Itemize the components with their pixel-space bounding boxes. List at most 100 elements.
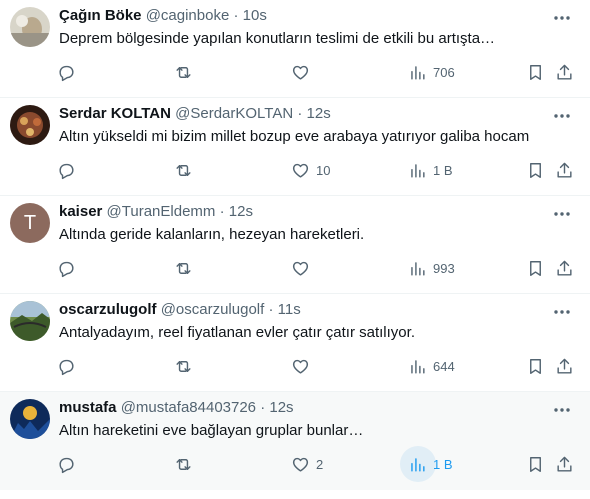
views-count: 644: [433, 358, 455, 374]
retweet-button[interactable]: [174, 158, 193, 182]
author-handle[interactable]: @caginboke: [146, 7, 230, 24]
more-icon[interactable]: [552, 400, 572, 420]
like-button[interactable]: [291, 354, 310, 378]
retweet-button[interactable]: [174, 256, 193, 280]
bookmark-button[interactable]: [526, 256, 545, 280]
tweet-actions: 706: [0, 60, 590, 84]
timeline-feed: Çağın Böke @caginboke · 10s Deprem bölge…: [0, 0, 590, 490]
tweet-text: Altın yükseldi mi bizim millet bozup eve…: [59, 128, 530, 145]
bookmark-icon: [530, 162, 541, 178]
like-icon: [292, 359, 309, 374]
tweet-actions: 2 1 B: [0, 446, 590, 482]
views-count: 1 B: [433, 456, 453, 472]
reply-button[interactable]: [57, 158, 76, 182]
tweet-header: oscarzulugolf @oscarzulugolf · 11s: [59, 300, 301, 320]
views-count: 993: [433, 260, 455, 276]
like-button[interactable]: [291, 60, 310, 84]
separator: ·: [268, 301, 274, 318]
tweet-text: Altın hareketini eve bağlayan gruplar bu…: [59, 422, 364, 439]
reply-button[interactable]: [57, 256, 76, 280]
retweet-icon: [176, 360, 191, 372]
author-name[interactable]: kaiser: [59, 203, 102, 220]
separator: ·: [233, 7, 239, 24]
like-button[interactable]: 2: [291, 452, 323, 476]
tweet-text: Antalyadayım, reel fiyatlanan evler çatı…: [59, 324, 415, 341]
author-name[interactable]: mustafa: [59, 399, 117, 416]
avatar[interactable]: [10, 301, 50, 341]
reply-button[interactable]: [57, 60, 76, 84]
author-name[interactable]: Çağın Böke: [59, 7, 142, 24]
retweet-icon: [176, 262, 191, 274]
views-button[interactable]: 1 B: [408, 158, 453, 182]
bookmark-icon: [530, 260, 541, 276]
share-button[interactable]: [555, 158, 574, 182]
author-handle[interactable]: @TuranEldemm: [107, 203, 216, 220]
tweet-actions: 644: [0, 354, 590, 378]
timestamp[interactable]: 11s: [278, 301, 301, 318]
timestamp[interactable]: 12s: [269, 399, 293, 416]
tweet-actions: 10 1 B: [0, 158, 590, 182]
author-handle[interactable]: @mustafa84403726: [121, 399, 256, 416]
author-name[interactable]: Serdar KOLTAN: [59, 105, 171, 122]
bookmark-button[interactable]: [526, 158, 545, 182]
timestamp[interactable]: 12s: [229, 203, 253, 220]
like-button[interactable]: [291, 256, 310, 280]
reply-button[interactable]: [57, 452, 76, 476]
more-icon[interactable]: [552, 106, 572, 126]
share-button[interactable]: [555, 452, 574, 476]
share-button[interactable]: [555, 354, 574, 378]
share-icon: [557, 358, 572, 374]
retweet-button[interactable]: [174, 60, 193, 84]
more-icon[interactable]: [552, 8, 572, 28]
tweet-header: Çağın Böke @caginboke · 10s: [59, 6, 267, 26]
avatar[interactable]: [10, 7, 50, 47]
tweet[interactable]: Çağın Böke @caginboke · 10s Deprem bölge…: [0, 0, 590, 98]
avatar[interactable]: [10, 399, 50, 439]
author-handle[interactable]: @SerdarKOLTAN: [175, 105, 293, 122]
views-count: 706: [433, 64, 455, 80]
views-button[interactable]: 1 B: [400, 446, 453, 482]
avatar[interactable]: T: [10, 203, 50, 243]
author-handle[interactable]: @oscarzulugolf: [161, 301, 265, 318]
bookmark-button[interactable]: [526, 354, 545, 378]
retweet-icon: [176, 458, 191, 470]
share-button[interactable]: [555, 256, 574, 280]
bookmark-button[interactable]: [526, 60, 545, 84]
like-button[interactable]: 10: [291, 158, 330, 182]
share-button[interactable]: [555, 60, 574, 84]
like-icon: [292, 163, 309, 178]
author-name[interactable]: oscarzulugolf: [59, 301, 157, 318]
bookmark-icon: [530, 64, 541, 80]
retweet-button[interactable]: [174, 452, 193, 476]
share-icon: [557, 64, 572, 80]
tweet[interactable]: T kaiser @TuranEldemm · 12s Altında geri…: [0, 196, 590, 294]
retweet-button[interactable]: [174, 354, 193, 378]
separator: ·: [260, 399, 266, 416]
more-icon[interactable]: [552, 204, 572, 224]
timestamp[interactable]: 10s: [243, 7, 267, 24]
views-button[interactable]: 993: [408, 256, 455, 280]
timestamp[interactable]: 12s: [307, 105, 331, 122]
views-icon: [411, 261, 425, 276]
tweet[interactable]: oscarzulugolf @oscarzulugolf · 11s Antal…: [0, 294, 590, 392]
views-button[interactable]: 706: [408, 60, 455, 84]
separator: ·: [297, 105, 303, 122]
reply-icon: [59, 65, 74, 81]
bookmark-icon: [530, 358, 541, 374]
tweet[interactable]: Serdar KOLTAN @SerdarKOLTAN · 12s Altın …: [0, 98, 590, 196]
retweet-icon: [176, 164, 191, 176]
tweet-text: Deprem bölgesinde yapılan konutların tes…: [59, 30, 496, 47]
like-count: 10: [316, 162, 331, 178]
views-button[interactable]: 644: [408, 354, 455, 378]
like-icon: [292, 261, 309, 276]
avatar[interactable]: [10, 105, 50, 145]
reply-button[interactable]: [57, 354, 76, 378]
reply-icon: [59, 261, 74, 277]
more-icon[interactable]: [552, 302, 572, 322]
bookmark-button[interactable]: [526, 452, 545, 476]
share-icon: [557, 260, 572, 276]
views-icon: [411, 65, 425, 80]
separator: ·: [219, 203, 225, 220]
tweet[interactable]: mustafa @mustafa84403726 · 12s Altın har…: [0, 392, 590, 490]
views-icon: [411, 359, 425, 374]
